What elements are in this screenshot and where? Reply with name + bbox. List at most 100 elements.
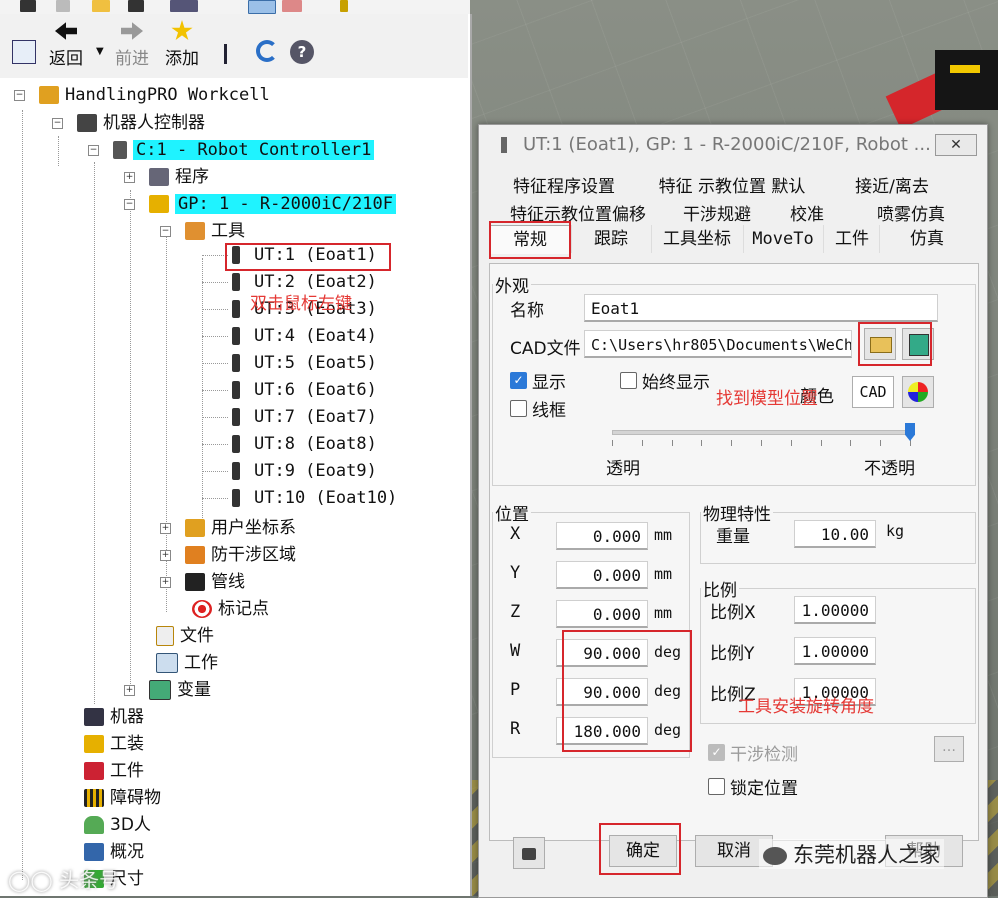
tree-parts[interactable]: 工件: [84, 758, 144, 784]
tab-row1-1[interactable]: 特征 示教位置 默认: [639, 173, 825, 201]
tree-tools[interactable]: − 工具: [160, 218, 245, 244]
collision-check-checkbox[interactable]: ✓: [708, 744, 725, 761]
robot-icon: [149, 195, 169, 213]
tool-item[interactable]: UT:5 (Eoat5): [232, 350, 377, 376]
tool-icon: [501, 137, 507, 153]
tab-row3-2[interactable]: 工具坐标: [651, 225, 742, 253]
tree-program[interactable]: + 程序: [124, 164, 209, 190]
always-show-checkbox[interactable]: [620, 372, 637, 389]
weight-field[interactable]: 10.00: [794, 520, 876, 548]
expand-toggle-icon[interactable]: +: [124, 684, 135, 696]
opaque-label: 不透明: [864, 459, 915, 479]
name-field[interactable]: Eoat1: [584, 294, 938, 322]
tree-group[interactable]: − GP: 1 - R-2000iC/210F: [124, 191, 396, 217]
tab-row3-3[interactable]: MoveTo: [743, 225, 822, 253]
tree-variables[interactable]: + 变量: [124, 677, 211, 703]
tool-item[interactable]: UT:8 (Eoat8): [232, 431, 377, 457]
tree-files[interactable]: 文件: [156, 623, 214, 649]
tool-item[interactable]: UT:6 (Eoat6): [232, 377, 377, 403]
lock-position-checkbox[interactable]: [708, 778, 725, 795]
tree-humans[interactable]: 3D人: [84, 812, 151, 838]
tree-fixtures[interactable]: 工装: [84, 731, 144, 757]
add-favorite-button[interactable]: 添加: [162, 20, 202, 69]
opacity-slider[interactable]: [612, 430, 912, 435]
color-picker-button[interactable]: [902, 376, 934, 408]
document-icon[interactable]: [56, 0, 70, 12]
tool-icon: [232, 327, 240, 345]
forward-button[interactable]: 前进: [112, 20, 152, 69]
tab-row3-5[interactable]: 仿真: [879, 225, 974, 253]
annotation-box-browse: [858, 322, 932, 366]
name-label: 名称: [510, 301, 544, 321]
tool-item[interactable]: UT:4 (Eoat4): [232, 323, 377, 349]
tree-obstacles[interactable]: 障碍物: [84, 785, 161, 811]
pin-icon[interactable]: [340, 0, 348, 12]
collapse-toggle-icon[interactable]: −: [160, 225, 171, 237]
position-field-1[interactable]: 0.000: [556, 561, 648, 589]
show-checkbox[interactable]: ✓: [510, 372, 527, 389]
weight-unit: kg: [886, 522, 905, 540]
tree-workcell[interactable]: − HandlingPRO Workcell: [14, 82, 270, 108]
folder-icon[interactable]: [92, 0, 110, 12]
tree-markers[interactable]: 标记点: [192, 596, 269, 622]
view-icon[interactable]: [248, 0, 276, 14]
chart-icon[interactable]: [282, 0, 302, 12]
close-button[interactable]: ✕: [935, 134, 977, 156]
expand-toggle-icon[interactable]: +: [160, 549, 171, 561]
collapse-toggle-icon[interactable]: −: [52, 117, 63, 129]
back-dropdown-icon[interactable]: ▼: [96, 46, 104, 57]
tab-row3-1[interactable]: 跟踪: [571, 225, 650, 253]
scale-label-0: 比例X: [710, 603, 756, 623]
slider-tick: [790, 440, 792, 446]
tree-interference[interactable]: + 防干涉区域: [160, 542, 296, 568]
scale-field-0[interactable]: 1.00000: [794, 596, 876, 624]
watermark: 东莞机器人之家: [759, 839, 944, 869]
lock-button[interactable]: [513, 837, 545, 869]
expand-toggle-icon[interactable]: +: [124, 171, 135, 183]
tree-robot-controllers[interactable]: − 机器人控制器: [52, 110, 205, 136]
list-icon[interactable]: [224, 44, 241, 64]
slider-tick: [820, 440, 822, 446]
slider-tick: [641, 440, 643, 446]
tab-row1-0[interactable]: 特征程序设置: [493, 173, 635, 201]
tree-line: [202, 390, 228, 391]
tool-item[interactable]: UT:10 (Eoat10): [232, 485, 397, 511]
cad-file-field[interactable]: C:\Users\hr805\Documents\WeCh: [584, 330, 852, 358]
overview-icon: [84, 843, 104, 861]
scale-field-1[interactable]: 1.00000: [794, 637, 876, 665]
close-icon: ✕: [950, 137, 962, 153]
grid-icon[interactable]: [20, 0, 36, 12]
back-button[interactable]: 返回: [46, 20, 86, 69]
collapse-toggle-icon[interactable]: −: [124, 198, 135, 210]
collapse-icon[interactable]: [12, 40, 36, 64]
tool-item[interactable]: UT:9 (Eoat9): [232, 458, 377, 484]
tool-properties-dialog: UT:1 (Eoat1), GP: 1 - R-2000iC/210F, Rob…: [478, 124, 988, 898]
tree-overview[interactable]: 概况: [84, 839, 144, 865]
appearance-legend: 外观: [495, 277, 529, 297]
tree-machines[interactable]: 机器: [84, 704, 144, 730]
refresh-icon[interactable]: [256, 40, 278, 62]
undo-icon[interactable]: [170, 0, 198, 12]
tab-row1-2[interactable]: 接近/离去: [829, 173, 955, 201]
position-field-2[interactable]: 0.000: [556, 600, 648, 628]
tree-cables[interactable]: + 管线: [160, 569, 245, 595]
save-icon[interactable]: [128, 0, 144, 12]
position-field-0[interactable]: 0.000: [556, 522, 648, 550]
wireframe-checkbox[interactable]: [510, 400, 527, 417]
collapse-toggle-icon[interactable]: −: [88, 144, 99, 156]
tool-item[interactable]: UT:7 (Eoat7): [232, 404, 377, 430]
dialog-titlebar[interactable]: UT:1 (Eoat1), GP: 1 - R-2000iC/210F, Rob…: [479, 125, 987, 165]
expand-toggle-icon[interactable]: +: [160, 576, 171, 588]
collision-options-button[interactable]: …: [934, 736, 964, 762]
tab-row3-4[interactable]: 工件: [823, 225, 880, 253]
tree-work[interactable]: 工作: [156, 650, 218, 676]
tree-user-frames[interactable]: + 用户坐标系: [160, 515, 296, 541]
expand-toggle-icon[interactable]: +: [160, 522, 171, 534]
help-icon[interactable]: ?: [290, 40, 314, 64]
tree-line: [202, 309, 228, 310]
tool-icon: [232, 300, 240, 318]
collapse-toggle-icon[interactable]: −: [14, 89, 25, 101]
file-icon: [156, 626, 174, 646]
tree-controller[interactable]: − C:1 - Robot Controller1: [88, 137, 375, 163]
cad-color-button[interactable]: CAD: [852, 376, 894, 408]
